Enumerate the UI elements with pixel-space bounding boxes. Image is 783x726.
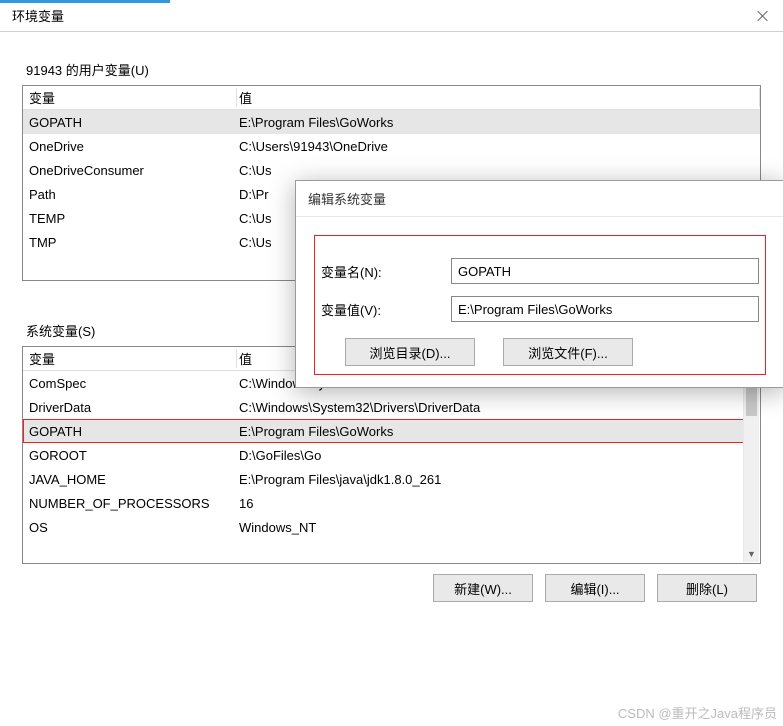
col-var-header[interactable]: 变量 bbox=[23, 88, 237, 107]
new-button[interactable]: 新建(W)... bbox=[433, 574, 533, 602]
var-name: ComSpec bbox=[23, 376, 237, 391]
var-value: E:\Program Files\GoWorks bbox=[237, 115, 760, 130]
var-name: TEMP bbox=[23, 211, 237, 226]
var-name-label: 变量名(N): bbox=[321, 262, 441, 281]
modal-title: 编辑系统变量 bbox=[296, 181, 783, 217]
scroll-down-icon[interactable]: ▼ bbox=[744, 546, 759, 562]
user-vars-label: 91943 的用户变量(U) bbox=[26, 60, 757, 79]
table-header: 变量值 bbox=[23, 86, 760, 110]
browse-file-button[interactable]: 浏览文件(F)... bbox=[503, 338, 633, 366]
var-name: NUMBER_OF_PROCESSORS bbox=[23, 496, 237, 511]
table-row[interactable]: GOPATHE:\Program Files\GoWorks bbox=[23, 419, 744, 443]
table-row[interactable]: GOPATHE:\Program Files\GoWorks bbox=[23, 110, 760, 134]
var-value: Windows_NT bbox=[237, 520, 744, 535]
titlebar: 环境变量 bbox=[0, 0, 783, 32]
var-value: C:\Us bbox=[237, 163, 760, 178]
var-name: OneDriveConsumer bbox=[23, 163, 237, 178]
col-var-header[interactable]: 变量 bbox=[23, 349, 237, 368]
var-name: GOPATH bbox=[23, 424, 237, 439]
var-name: DriverData bbox=[23, 400, 237, 415]
var-value: E:\Program Files\java\jdk1.8.0_261 bbox=[237, 472, 744, 487]
table-row[interactable]: NUMBER_OF_PROCESSORS16 bbox=[23, 491, 744, 515]
browse-dir-button[interactable]: 浏览目录(D)... bbox=[345, 338, 475, 366]
table-row[interactable]: OneDriveConsumerC:\Us bbox=[23, 158, 760, 182]
var-value: D:\GoFiles\Go bbox=[237, 448, 744, 463]
var-name: GOROOT bbox=[23, 448, 237, 463]
var-name: Path bbox=[23, 187, 237, 202]
col-val-header[interactable]: 值 bbox=[237, 88, 760, 107]
var-value: E:\Program Files\GoWorks bbox=[237, 424, 744, 439]
edit-system-var-dialog: 编辑系统变量 变量名(N): 变量值(V): 浏览目录(D)... 浏览文件(F… bbox=[295, 180, 783, 388]
table-row[interactable]: JAVA_HOMEE:\Program Files\java\jdk1.8.0_… bbox=[23, 467, 744, 491]
var-value-label: 变量值(V): bbox=[321, 300, 441, 319]
var-value: C:\Users\91943\OneDrive bbox=[237, 139, 760, 154]
var-name-input[interactable] bbox=[451, 258, 759, 284]
var-name: GOPATH bbox=[23, 115, 237, 130]
var-value: 16 bbox=[237, 496, 744, 511]
var-name: JAVA_HOME bbox=[23, 472, 237, 487]
watermark: CSDN @重开之Java程序员 bbox=[618, 703, 777, 722]
window-title: 环境变量 bbox=[12, 6, 64, 25]
var-value-input[interactable] bbox=[451, 296, 759, 322]
delete-button[interactable]: 删除(L) bbox=[657, 574, 757, 602]
var-name: OneDrive bbox=[23, 139, 237, 154]
var-value: C:\Windows\System32\Drivers\DriverData bbox=[237, 400, 744, 415]
table-row[interactable]: OneDriveC:\Users\91943\OneDrive bbox=[23, 134, 760, 158]
edit-button[interactable]: 编辑(I)... bbox=[545, 574, 645, 602]
table-row[interactable]: DriverDataC:\Windows\System32\Drivers\Dr… bbox=[23, 395, 744, 419]
var-name: TMP bbox=[23, 235, 237, 250]
close-icon[interactable] bbox=[755, 8, 771, 24]
table-row[interactable]: GOROOTD:\GoFiles\Go bbox=[23, 443, 744, 467]
table-row[interactable]: OSWindows_NT bbox=[23, 515, 744, 539]
var-name: OS bbox=[23, 520, 237, 535]
